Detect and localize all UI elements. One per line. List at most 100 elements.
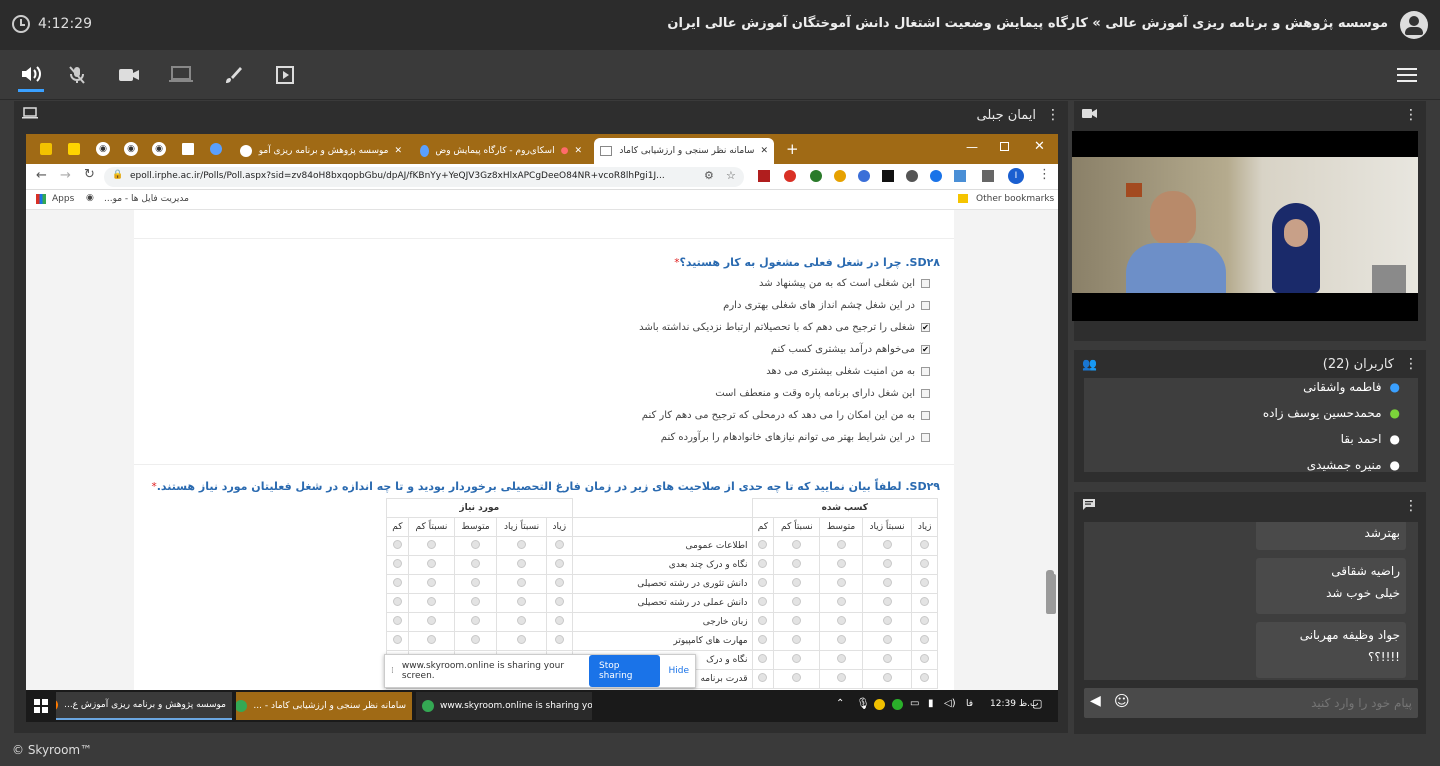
windows-start-icon[interactable] <box>34 699 48 713</box>
hide-banner-button[interactable]: Hide <box>668 666 689 676</box>
radio-button[interactable] <box>758 559 768 568</box>
option-row[interactable]: این شغل دارای برنامه پاره وقت و منعطف اس… <box>715 388 930 399</box>
radio-button[interactable] <box>517 597 527 606</box>
radio-button[interactable] <box>471 635 481 644</box>
radio-button[interactable] <box>471 578 481 587</box>
radio-button[interactable] <box>836 540 846 549</box>
radio-button[interactable] <box>758 673 768 682</box>
pdf-extension-icon[interactable] <box>758 170 770 182</box>
radio-button[interactable] <box>882 540 892 549</box>
checkbox[interactable] <box>921 411 930 420</box>
checkbox-checked[interactable]: ✔ <box>921 345 930 354</box>
user-item[interactable]: ● احمد بقا <box>1341 432 1400 446</box>
radio-button[interactable] <box>471 559 481 568</box>
option-row[interactable]: در این شرایط بهتر می توانم نیازهای خانوا… <box>661 432 930 443</box>
radio-button[interactable] <box>392 540 402 549</box>
tab-irphe[interactable]: موسسه پژوهش و برنامه ریزی آمو ✕ <box>234 138 408 164</box>
radio-button[interactable] <box>836 673 846 682</box>
user-item[interactable]: ● فاطمه واشقانی <box>1303 380 1400 394</box>
radio-button[interactable] <box>792 635 802 644</box>
user-item[interactable]: ● محمدحسین یوسف زاده <box>1263 406 1400 420</box>
tray-battery-icon[interactable]: ▮ <box>928 698 934 709</box>
checkbox-checked[interactable]: ✔ <box>921 323 930 332</box>
radio-button[interactable] <box>882 654 892 663</box>
reading-list-icon[interactable] <box>982 170 994 182</box>
new-tab-plus-icon[interactable]: + <box>786 140 799 158</box>
tray-app-icon[interactable] <box>892 699 903 710</box>
radio-button[interactable] <box>426 616 436 625</box>
radio-button[interactable] <box>836 654 846 663</box>
radio-button[interactable] <box>758 597 768 606</box>
radio-button[interactable] <box>471 597 481 606</box>
tray-chevron-icon[interactable]: ⌃ <box>836 698 844 709</box>
radio-button[interactable] <box>792 578 802 587</box>
tab-close-icon[interactable]: ✕ <box>394 146 402 156</box>
radio-button[interactable] <box>758 635 768 644</box>
radio-button[interactable] <box>920 540 930 549</box>
checkbox[interactable] <box>921 367 930 376</box>
radio-button[interactable] <box>792 673 802 682</box>
radio-button[interactable] <box>920 654 930 663</box>
user-item[interactable]: ● منیره جمشیدی <box>1307 458 1400 472</box>
radio-button[interactable] <box>882 673 892 682</box>
tab-close-icon[interactable]: ✕ <box>760 146 768 156</box>
radio-button[interactable] <box>517 578 527 587</box>
file-manager-bookmark[interactable]: مدیریت فایل ها - مو... <box>104 194 189 204</box>
radio-button[interactable] <box>882 635 892 644</box>
option-row[interactable]: ✔ می‌خواهم درآمد بیشتری کسب کنم <box>771 344 930 355</box>
minimize-window-icon[interactable]: — <box>966 140 978 154</box>
radio-button[interactable] <box>836 616 846 625</box>
apps-grid-icon[interactable] <box>36 194 46 204</box>
radio-button[interactable] <box>554 597 564 606</box>
radio-button[interactable] <box>836 635 846 644</box>
restore-window-icon[interactable] <box>1000 142 1009 151</box>
language-indicator[interactable]: فا <box>966 699 973 709</box>
checkbox[interactable] <box>921 301 930 310</box>
radio-button[interactable] <box>836 559 846 568</box>
more-vertical-icon[interactable]: ⋮ <box>1046 107 1060 123</box>
camera-icon[interactable] <box>116 62 142 88</box>
radio-button[interactable] <box>758 578 768 587</box>
browser-menu-icon[interactable]: ⋮ <box>1038 167 1051 182</box>
radio-button[interactable] <box>792 597 802 606</box>
pinned-tab-icon[interactable] <box>40 143 52 155</box>
stop-sharing-button[interactable]: Stop sharing <box>588 655 661 687</box>
radio-button[interactable] <box>517 559 527 568</box>
pinned-eye-tab-icon[interactable]: ◉ <box>124 142 138 156</box>
close-window-icon[interactable]: ✕ <box>1034 139 1045 154</box>
radio-button[interactable] <box>792 654 802 663</box>
radio-button[interactable] <box>517 616 527 625</box>
extension-icon[interactable] <box>930 170 942 182</box>
radio-button[interactable] <box>426 597 436 606</box>
profile-avatar-icon[interactable]: I <box>1008 168 1024 184</box>
tray-app-icon[interactable] <box>874 699 885 710</box>
tray-network-icon[interactable]: ▭ <box>910 698 919 709</box>
taskbar-item-firefox[interactable]: موسسه پژوهش و برنامه ریزی آموزش ع... <box>56 692 232 720</box>
radio-button[interactable] <box>392 616 402 625</box>
checkbox[interactable] <box>921 433 930 442</box>
radio-button[interactable] <box>920 578 930 587</box>
radio-button[interactable] <box>920 597 930 606</box>
radio-button[interactable] <box>517 540 527 549</box>
pinned-globe-tab-icon[interactable] <box>210 143 222 155</box>
radio-button[interactable] <box>792 559 802 568</box>
radio-button[interactable] <box>426 578 436 587</box>
send-arrow-icon[interactable]: ◀ <box>1090 693 1101 709</box>
presentation-play-icon[interactable] <box>272 62 298 88</box>
tab-skyroom[interactable]: اسکای‌روم - کارگاه پیمایش وض ● ✕ <box>414 138 588 164</box>
apps-bookmark[interactable]: Apps <box>52 194 74 204</box>
extension-icon[interactable] <box>906 170 918 182</box>
radio-button[interactable] <box>554 559 564 568</box>
radio-button[interactable] <box>882 578 892 587</box>
radio-button[interactable] <box>426 540 436 549</box>
radio-button[interactable] <box>426 559 436 568</box>
radio-button[interactable] <box>792 616 802 625</box>
radio-button[interactable] <box>471 616 481 625</box>
radio-button[interactable] <box>426 635 436 644</box>
option-row[interactable]: ✔ شغلی را ترجیح می دهم که با تحصیلاتم ارت… <box>639 322 930 333</box>
option-row[interactable]: این شغلی است که به من پیشنهاد شد <box>759 278 930 289</box>
radio-button[interactable] <box>882 616 892 625</box>
extension-icon[interactable] <box>882 170 894 182</box>
notifications-icon[interactable]: ▢ <box>1032 697 1042 710</box>
pinned-eye-tab-icon[interactable]: ◉ <box>96 142 110 156</box>
